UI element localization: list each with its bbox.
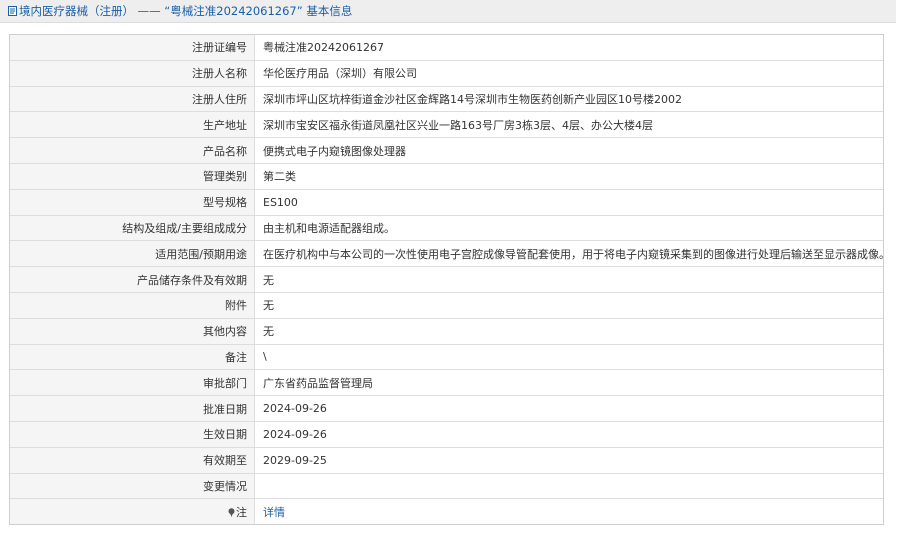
table-row: 产品名称 便携式电子内窥镜图像处理器	[10, 137, 883, 164]
table-row: 生效日期 2024-09-26	[10, 420, 883, 448]
table-row: 注册人名称 华伦医疗用品（深圳）有限公司	[10, 59, 883, 87]
row-label: 变更情况	[10, 472, 255, 500]
table-row: 批准日期 2024-09-26	[10, 395, 883, 422]
row-value: 深圳市坪山区坑梓街道金沙社区金辉路14号深圳市生物医药创新产业园区10号楼200…	[254, 85, 883, 113]
row-label: 产品名称	[10, 137, 255, 164]
table-row: 有效期至 2029-09-25	[10, 446, 883, 474]
row-value: 2024-09-26	[254, 395, 883, 422]
document-icon	[8, 6, 17, 16]
table-row: 生产地址 深圳市宝安区福永街道凤凰社区兴业一路163号厂房3栋3层、4层、办公大…	[10, 111, 883, 139]
row-value	[254, 472, 883, 500]
table-row: 附件 无	[10, 291, 883, 319]
row-value: 第二类	[254, 162, 883, 190]
row-value: 在医疗机构中与本公司的一次性使用电子宫腔成像导管配套使用，用于将电子内窥镜采集到…	[254, 240, 883, 268]
table-row: 注册人住所 深圳市坪山区坑梓街道金沙社区金辉路14号深圳市生物医药创新产业园区1…	[10, 85, 883, 113]
info-table: 注册证编号 粤械注准20242061267 注册人名称 华伦医疗用品（深圳）有限…	[10, 35, 883, 525]
row-label: 批准日期	[10, 395, 255, 422]
table-row: 结构及组成/主要组成成分 由主机和电源适配器组成。	[10, 214, 883, 242]
row-value: 华伦医疗用品（深圳）有限公司	[254, 59, 883, 87]
table-row: 适用范围/预期用途 在医疗机构中与本公司的一次性使用电子宫腔成像导管配套使用，用…	[10, 240, 883, 268]
row-label: 备注	[10, 343, 255, 371]
row-value: 便携式电子内窥镜图像处理器	[254, 137, 883, 164]
row-value: 2024-09-26	[254, 420, 883, 448]
row-label: 管理类别	[10, 162, 255, 190]
row-label: 有效期至	[10, 446, 255, 474]
pin-icon	[228, 507, 235, 517]
table-row: 审批部门 广东省药品监督管理局	[10, 369, 883, 397]
row-label: 注册证编号	[10, 35, 255, 61]
row-label: 注册人名称	[10, 59, 255, 87]
row-value: 由主机和电源适配器组成。	[254, 214, 883, 242]
row-label: 审批部门	[10, 369, 255, 397]
info-panel: 注册证编号 粤械注准20242061267 注册人名称 华伦医疗用品（深圳）有限…	[9, 34, 884, 526]
row-value: 广东省药品监督管理局	[254, 369, 883, 397]
row-value: 无	[254, 291, 883, 319]
page-header: 境内医疗器械（注册） —— “粤械注准20242061267” 基本信息	[0, 0, 896, 23]
table-row: 变更情况	[10, 472, 883, 500]
row-value: 粤械注准20242061267	[254, 35, 883, 61]
table-row: 注册证编号 粤械注准20242061267	[10, 35, 883, 61]
row-value: ES100	[254, 188, 883, 216]
details-link[interactable]: 详情	[263, 506, 285, 519]
row-label: 适用范围/预期用途	[10, 240, 255, 268]
row-label: 其他内容	[10, 317, 255, 345]
note-label: 注	[236, 505, 247, 519]
row-label: 附件	[10, 291, 255, 319]
row-label: 型号规格	[10, 188, 255, 216]
note-label-cell: 注	[10, 498, 255, 525]
note-row: 注 详情	[10, 498, 883, 525]
row-value: 无	[254, 317, 883, 345]
row-value: 无	[254, 266, 883, 293]
table-row: 型号规格 ES100	[10, 188, 883, 216]
row-label: 生效日期	[10, 420, 255, 448]
note-value-cell: 详情	[254, 498, 883, 525]
row-label: 生产地址	[10, 111, 255, 139]
row-label: 产品储存条件及有效期	[10, 266, 255, 293]
page-title: 境内医疗器械（注册） —— “粤械注准20242061267” 基本信息	[19, 4, 353, 18]
row-value: 深圳市宝安区福永街道凤凰社区兴业一路163号厂房3栋3层、4层、办公大楼4层	[254, 111, 883, 139]
table-row: 其他内容 无	[10, 317, 883, 345]
row-label: 结构及组成/主要组成成分	[10, 214, 255, 242]
row-label: 注册人住所	[10, 85, 255, 113]
table-row: 备注 \	[10, 343, 883, 371]
table-row: 产品储存条件及有效期 无	[10, 266, 883, 293]
table-row: 管理类别 第二类	[10, 162, 883, 190]
row-value: 2029-09-25	[254, 446, 883, 474]
row-value: \	[254, 343, 883, 371]
